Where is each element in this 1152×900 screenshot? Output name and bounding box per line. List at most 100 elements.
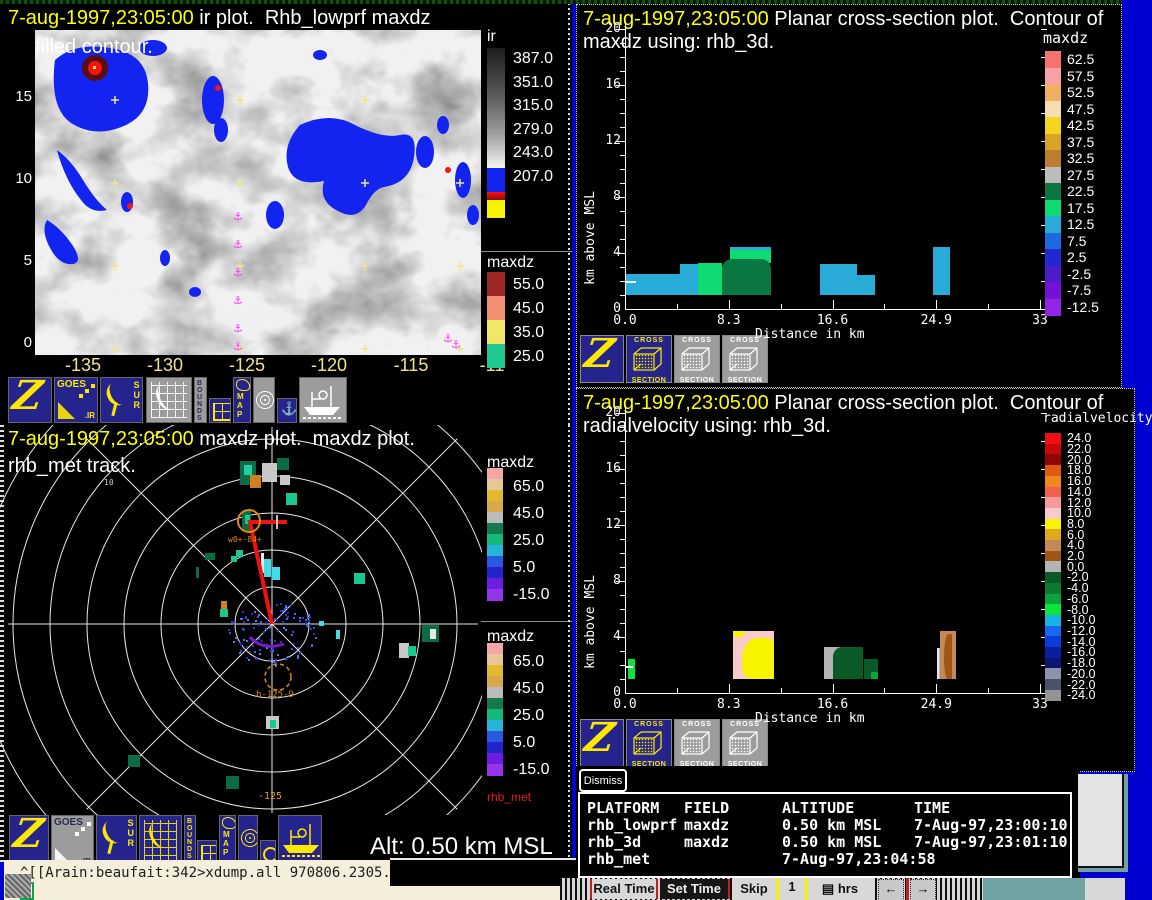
colorbar-segment — [1045, 200, 1061, 217]
toolbar-button-grid[interactable] — [209, 398, 231, 423]
x-axis-line — [625, 309, 1042, 310]
colorbar-tick-label: 35.0 — [513, 324, 544, 342]
y-axis-tick — [620, 483, 625, 484]
real-time-button[interactable]: Real Time — [590, 879, 658, 899]
colorbar-segment — [1045, 636, 1061, 647]
toolbar-button-ship[interactable] — [299, 377, 347, 423]
ppi-radar-display[interactable]: w0+-84+b-125-9-12510 — [0, 425, 482, 815]
colorbar-segment — [487, 534, 503, 546]
x-axis-tick-label: -125 — [217, 355, 277, 376]
y-axis-tick — [620, 71, 625, 72]
skip-step-input[interactable]: 1 — [779, 878, 805, 900]
svg-text:⚓: ⚓ — [233, 238, 243, 251]
panel-title: 7-aug-1997,23:05:00 Planar cross-section… — [583, 8, 1103, 31]
colorbar-segment — [487, 753, 503, 765]
xsec-plot-area[interactable] — [626, 29, 1042, 309]
radar-echo — [226, 776, 239, 789]
y-axis-tick — [620, 169, 625, 170]
ir-satellite-image[interactable]: ⚓⚓⚓ ⚓⚓⚓ ⚓⚓ filled contour. — [35, 30, 481, 355]
cross-section-button[interactable]: CROSSSECTION — [626, 335, 672, 383]
xsec-plot-area[interactable] — [626, 413, 1042, 693]
toolbar-button-radar-grid[interactable] — [146, 377, 192, 423]
set-time-button[interactable]: Set Time — [660, 879, 730, 899]
cross-section-button[interactable]: CROSSSECTION — [722, 335, 768, 383]
colorbar-segment — [487, 479, 503, 491]
colorbar-tick-label: 25.0 — [513, 707, 544, 725]
colorbar-segment — [487, 731, 503, 743]
radar-echo — [221, 601, 227, 610]
radar-echo — [354, 573, 365, 584]
contour-blob — [871, 672, 878, 679]
radar-echo — [286, 493, 297, 505]
y-axis-tick-label: 16 — [591, 77, 621, 92]
y-axis-tick — [620, 455, 625, 456]
toolbar-button-sur[interactable]: S U R — [100, 377, 143, 423]
status-cell: rhb_lowprf — [587, 816, 677, 834]
title-timestamp: 7-aug-1997,23:05:00 — [8, 7, 194, 29]
contour-blob — [698, 263, 722, 295]
platform-label-rhb-met: rhb_met — [487, 790, 531, 804]
radar-echo — [272, 567, 280, 580]
desktop-scrollbar-panel[interactable] — [1078, 774, 1128, 872]
hours-unit-button[interactable]: ▤ hrs — [808, 878, 872, 900]
colorbar-tick-label: 65.0 — [513, 653, 544, 671]
colorbar-tick-label: -15.0 — [513, 761, 549, 779]
toolbar-button-bounds[interactable]: B O U N D S — [194, 377, 207, 423]
colorbar-tick-label: 45.0 — [513, 300, 544, 318]
toolbar-button-rings[interactable] — [253, 377, 275, 423]
colorbar-tick-label: 7.5 — [1067, 233, 1086, 249]
ir-colorbar-red — [487, 192, 505, 200]
y-axis-tick — [620, 623, 625, 624]
y-axis-title: km above MSL — [583, 509, 598, 669]
colorbar-segment — [1045, 519, 1061, 530]
colorbar-tick-label: 351.0 — [513, 74, 553, 92]
cross-section-button[interactable]: CROSSSECTION — [722, 719, 768, 767]
colorbar-segment — [1045, 444, 1061, 455]
colorbar-tick-label: 5.0 — [513, 734, 535, 752]
y-axis-tick-label: 20 — [591, 405, 621, 420]
cross-section-button[interactable]: CROSSSECTION — [674, 719, 720, 767]
x-axis-title: Distance in km — [755, 711, 865, 726]
colorbar-tick-label: 42.5 — [1067, 117, 1094, 133]
ppi-plot-panel: w0+-84+b-125-9-12510 7-aug-1997,23:05:00… — [0, 425, 572, 862]
panel-right-dotted-border — [568, 425, 570, 862]
y-axis-tick — [620, 441, 625, 442]
xsec-radialvelocity-panel: 7-aug-1997,23:05:00 Planar cross-section… — [576, 388, 1135, 772]
colorbar-segment — [1045, 150, 1061, 167]
colorbar-segment — [487, 501, 503, 513]
toolbar-button-buoy[interactable]: ⚓ — [277, 398, 297, 423]
y-axis-tick — [620, 211, 625, 212]
toolbar-button-zebra[interactable]: Z — [8, 377, 52, 423]
contour-blob — [626, 666, 633, 668]
contour-blob — [933, 247, 951, 295]
y-axis-tick — [620, 539, 625, 540]
colorbar-segment — [1045, 668, 1061, 679]
colorbar-segment — [487, 643, 503, 655]
colorbar-segment — [1045, 266, 1061, 283]
x-axis-tick-label: 16.6 — [809, 697, 857, 712]
step-back-button[interactable]: ← — [878, 879, 904, 900]
cross-section-button[interactable]: CROSSSECTION — [626, 719, 672, 767]
red-divider — [906, 878, 909, 900]
svg-text:⚓: ⚓ — [233, 340, 243, 353]
toolbar-button-zebra[interactable]: Z — [580, 719, 624, 767]
colorbar-segment — [1045, 433, 1061, 444]
svg-text:⚓: ⚓ — [233, 210, 243, 223]
toolbar-button-map[interactable]: M A P — [233, 377, 251, 423]
contour-blob — [626, 281, 636, 283]
colorbar-tick-label: 57.5 — [1067, 68, 1094, 84]
ship-icon — [300, 380, 344, 423]
y-axis-tick-label: 10 — [4, 170, 32, 187]
colorbar-segment — [1045, 51, 1061, 68]
toolbar-button-zebra[interactable]: Z — [580, 335, 624, 383]
cross-section-button[interactable]: CROSSSECTION — [674, 335, 720, 383]
y-axis-tick — [620, 155, 625, 156]
taskbar-corner-blue — [1125, 878, 1152, 900]
status-col-header: FIELD — [684, 799, 729, 817]
dismiss-button[interactable]: Dismiss — [579, 769, 627, 792]
ir-colorbar-yellow — [487, 200, 505, 218]
step-forward-button[interactable]: → — [910, 879, 936, 900]
colorbar-segment — [1045, 551, 1061, 562]
toolbar-button-goes[interactable]: GOES.IR — [54, 377, 98, 423]
bounds-icon: B O U N D S — [187, 818, 192, 860]
